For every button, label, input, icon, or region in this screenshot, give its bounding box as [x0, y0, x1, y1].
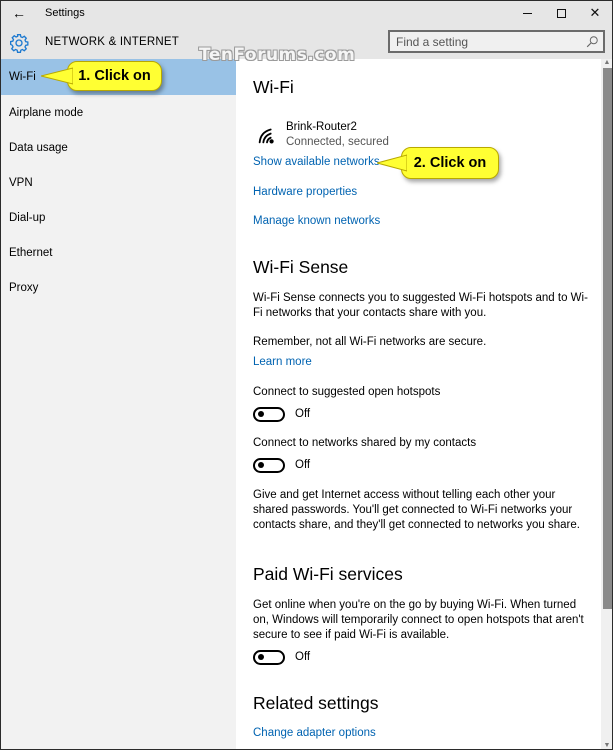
- window-title: Settings: [45, 7, 85, 19]
- close-icon: ✕: [589, 5, 601, 20]
- settings-window: ← Settings ✕ NETWORK & INTERNET Find a s…: [0, 0, 613, 750]
- section-title: NETWORK & INTERNET: [45, 36, 179, 48]
- search-icon[interactable]: [585, 35, 599, 49]
- vertical-scrollbar[interactable]: ▲ ▼: [601, 59, 612, 749]
- wifi-sense-remember: Remember, not all Wi-Fi networks are sec…: [253, 336, 487, 348]
- callout-step-2: 2. Click on: [401, 147, 499, 179]
- sidebar-item-vpn[interactable]: VPN: [1, 165, 236, 200]
- gear-icon: [10, 34, 29, 53]
- minimize-button[interactable]: [510, 1, 544, 25]
- contacts-networks-label: Connect to networks shared by my contact…: [253, 437, 477, 449]
- paid-wifi-toggle[interactable]: [253, 649, 285, 665]
- open-hotspots-toggle[interactable]: [253, 406, 285, 422]
- sidebar: Wi-Fi Airplane mode Data usage VPN Dial-…: [1, 59, 236, 749]
- contacts-networks-toggle-row: Off: [253, 457, 310, 473]
- scroll-down-arrow-icon[interactable]: ▼: [601, 742, 612, 749]
- contacts-networks-state: Off: [295, 459, 311, 471]
- back-button[interactable]: ←: [1, 1, 37, 25]
- toggle-knob: [258, 654, 264, 660]
- sidebar-item-label: VPN: [9, 176, 33, 189]
- window-controls: ✕: [510, 1, 612, 25]
- title-bar: ← Settings ✕: [1, 1, 612, 25]
- related-settings-heading: Related settings: [253, 693, 379, 713]
- open-hotspots-toggle-row: Off: [253, 406, 310, 422]
- sharing-description: Give and get Internet access without tel…: [253, 489, 580, 531]
- contacts-networks-toggle[interactable]: [253, 457, 285, 473]
- sidebar-item-data-usage[interactable]: Data usage: [1, 130, 236, 165]
- open-hotspots-label: Connect to suggested open hotspots: [253, 386, 441, 398]
- callout-1-pointer: [41, 67, 73, 85]
- sidebar-item-label: Dial-up: [9, 211, 46, 224]
- scrollbar-thumb[interactable]: [603, 68, 612, 609]
- maximize-button[interactable]: [544, 1, 578, 25]
- sidebar-item-label: Data usage: [9, 141, 68, 154]
- wifi-signal-icon: [258, 128, 274, 144]
- wifi-heading: Wi-Fi: [253, 77, 294, 97]
- wifi-sense-heading: Wi-Fi Sense: [253, 257, 349, 277]
- learn-more-link[interactable]: Learn more: [253, 356, 312, 368]
- scroll-up-arrow-icon[interactable]: ▲: [601, 59, 612, 67]
- search-input[interactable]: [390, 32, 585, 51]
- sidebar-item-label: Airplane mode: [9, 106, 84, 119]
- sidebar-item-ethernet[interactable]: Ethernet: [1, 235, 236, 270]
- callout-step-1-text: 1. Click on: [78, 68, 151, 84]
- sidebar-item-dial-up[interactable]: Dial-up: [1, 200, 236, 235]
- search-box[interactable]: [388, 30, 605, 53]
- network-status: Connected, secured: [286, 136, 389, 148]
- sidebar-item-label: Wi-Fi: [9, 71, 36, 83]
- sidebar-item-proxy[interactable]: Proxy: [1, 270, 236, 305]
- sidebar-item-airplane-mode[interactable]: Airplane mode: [1, 95, 236, 130]
- close-button[interactable]: ✕: [578, 1, 612, 25]
- wifi-sense-description: Wi-Fi Sense connects you to suggested Wi…: [253, 292, 588, 319]
- change-adapter-options-link[interactable]: Change adapter options: [253, 727, 376, 739]
- paid-wifi-heading: Paid Wi-Fi services: [253, 564, 403, 584]
- callout-step-2-text: 2. Click on: [413, 155, 487, 171]
- toggle-knob: [258, 411, 264, 417]
- show-available-networks-link[interactable]: Show available networks: [253, 156, 380, 168]
- watermark: TenForums.com: [199, 45, 356, 65]
- maximize-icon: [556, 8, 566, 18]
- sidebar-item-label: Ethernet: [9, 246, 53, 259]
- open-hotspots-state: Off: [295, 408, 311, 420]
- paid-wifi-toggle-row: Off: [253, 649, 310, 665]
- network-name: Brink-Router2: [286, 121, 357, 133]
- manage-known-networks-link[interactable]: Manage known networks: [253, 215, 380, 227]
- toggle-knob: [258, 462, 264, 468]
- callout-2-pointer: [377, 154, 407, 172]
- hardware-properties-link[interactable]: Hardware properties: [253, 186, 357, 198]
- back-arrow-icon: ←: [12, 5, 26, 21]
- callout-step-1: 1. Click on: [67, 61, 162, 91]
- sidebar-item-label: Proxy: [9, 281, 39, 294]
- minimize-icon: [522, 12, 532, 14]
- paid-wifi-state: Off: [295, 651, 311, 663]
- paid-wifi-description: Get online when you're on the go by buyi…: [253, 599, 584, 641]
